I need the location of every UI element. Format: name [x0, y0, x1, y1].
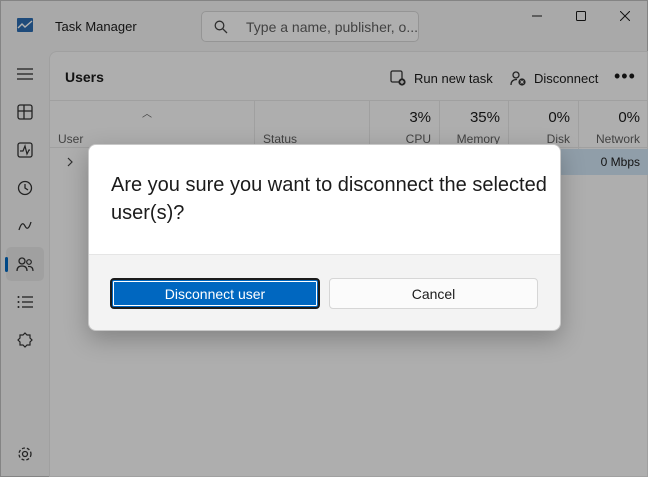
disconnect-confirm-dialog: Are you sure you want to disconnect the … — [88, 144, 561, 331]
disconnect-user-button[interactable]: Disconnect user — [110, 278, 320, 309]
dialog-message: Are you sure you want to disconnect the … — [111, 174, 547, 224]
dialog-content: Are you sure you want to disconnect the … — [89, 145, 560, 255]
cancel-button[interactable]: Cancel — [329, 278, 538, 309]
